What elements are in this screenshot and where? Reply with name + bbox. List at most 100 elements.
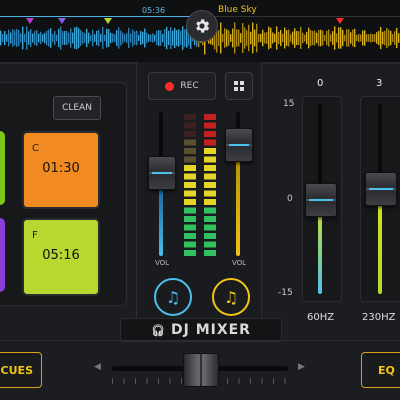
meter-segment [184, 241, 196, 248]
waveform-bar-segment [318, 29, 320, 47]
waveform-bar-segment [108, 29, 110, 47]
meter-segment [204, 199, 216, 205]
rec-button[interactable]: REC [148, 72, 216, 100]
waveform-bar-segment [248, 24, 250, 52]
waveform-bar-segment [8, 29, 10, 47]
cue-marker[interactable] [104, 18, 112, 24]
music-note-icon: ♫ [165, 287, 181, 307]
waveform-bar-segment [58, 28, 60, 48]
waveform-bar-segment [280, 29, 282, 47]
eq-60-fader[interactable] [305, 183, 337, 217]
elapsed-time: 05:36 [142, 6, 166, 15]
waveform-bar-segment [120, 30, 122, 46]
waveform-bar-segment [150, 34, 152, 42]
waveform-bar-segment [176, 30, 178, 46]
meter-segment [204, 207, 216, 214]
eq-button[interactable]: EQ [361, 352, 400, 388]
waveform-bar-segment [90, 34, 92, 42]
volume-right-label: VOL [232, 259, 247, 267]
grid-button[interactable] [225, 72, 253, 100]
waveform-bar-segment [160, 30, 162, 46]
pad-edge[interactable] [0, 218, 5, 292]
waveform-bar-segment [142, 31, 144, 45]
meter-segment [184, 233, 196, 239]
waveform-bar-segment [304, 34, 306, 42]
meter-segment [184, 190, 196, 197]
waveform-bar-segment [68, 32, 70, 44]
waveform-bar-segment [156, 31, 158, 45]
waveform-bar-segment [394, 31, 396, 45]
waveform-bar-segment [154, 34, 156, 42]
waveform-bar-segment [242, 23, 244, 53]
track-title: Blue Sky [218, 5, 257, 15]
waveform-bar-segment [382, 31, 384, 45]
cue-marker[interactable] [58, 18, 66, 24]
rec-label: REC [180, 81, 199, 91]
waveform-bar-segment [24, 33, 26, 43]
waveform-bar-segment [314, 30, 316, 46]
waveform-bar-segment [182, 26, 184, 50]
waveform-bar-segment [270, 27, 272, 49]
crossfader-tick [169, 378, 171, 384]
waveform-bar-segment [116, 30, 118, 46]
waveform-bar-segment [240, 33, 242, 43]
waveform-bar-segment [326, 30, 328, 46]
waveform-bar-segment [44, 32, 46, 44]
waveform-bar-segment [398, 33, 400, 43]
pad-f[interactable]: F 05:16 [22, 218, 100, 296]
cues-button[interactable]: CUES [0, 352, 42, 388]
waveform-bar-segment [74, 27, 76, 49]
cue-marker[interactable] [26, 18, 34, 24]
crossfader-knob[interactable] [183, 353, 219, 387]
waveform-bar-segment [136, 30, 138, 46]
waveform-bar-segment [244, 27, 246, 49]
waveform-bar-segment [266, 32, 268, 44]
waveform-bar-segment [180, 31, 182, 45]
waveform-bar-segment [224, 28, 226, 48]
waveform-bar-segment [380, 26, 382, 50]
waveform-bar-segment [262, 29, 264, 47]
crossfader-right-arrow[interactable]: ▶ [298, 362, 305, 372]
volume-right-fader[interactable] [225, 127, 253, 162]
volume-left-fader[interactable] [148, 156, 176, 191]
waveform-bar-segment [272, 32, 274, 44]
waveform-bar-segment [296, 30, 298, 46]
meter-segment [184, 156, 196, 163]
cue-marker[interactable] [336, 18, 344, 24]
waveform-bar-segment [52, 33, 54, 43]
meter-segment [184, 148, 196, 154]
waveform-bar-segment [378, 30, 380, 46]
settings-button[interactable] [186, 10, 218, 42]
waveform-bar-segment [12, 29, 14, 47]
waveform-bar-segment [78, 28, 80, 48]
waveform-bar-segment [88, 32, 90, 44]
deck-a-music-button[interactable]: ♫ [154, 278, 192, 316]
clean-button[interactable]: CLEAN [53, 96, 101, 120]
eq-230-fader[interactable] [365, 171, 397, 206]
waveform-bar-segment [26, 26, 28, 50]
waveform-bar-segment [126, 32, 128, 44]
waveform-bar-segment [278, 31, 280, 45]
pad-label: C [32, 143, 39, 154]
crossfader-tick [158, 378, 159, 384]
waveform-bar-segment [174, 27, 176, 49]
deck-b-music-button[interactable]: ♫ [212, 278, 250, 316]
waveform-bar-segment [300, 27, 302, 49]
pad-edge[interactable] [0, 131, 5, 205]
pad-c[interactable]: C 01:30 [22, 131, 100, 209]
crossfader-left-arrow[interactable]: ◀ [94, 362, 101, 372]
waveform-bar-segment [72, 32, 74, 44]
waveform-bar-segment [22, 26, 24, 50]
waveform-bar-segment [392, 34, 394, 42]
crossfader-tick [123, 378, 125, 384]
waveform-bar-segment [86, 28, 88, 48]
waveform-bar-segment [110, 32, 112, 44]
waveform-bar-segment [246, 30, 248, 46]
waveform-bar-segment [388, 29, 390, 47]
waveform-bar-segment [298, 31, 300, 45]
waveform-bar-segment [14, 30, 16, 46]
waveform-bar-segment [144, 28, 146, 48]
meter-segment [204, 131, 216, 137]
level-meter [184, 114, 216, 256]
waveform-bar-segment [64, 31, 66, 45]
